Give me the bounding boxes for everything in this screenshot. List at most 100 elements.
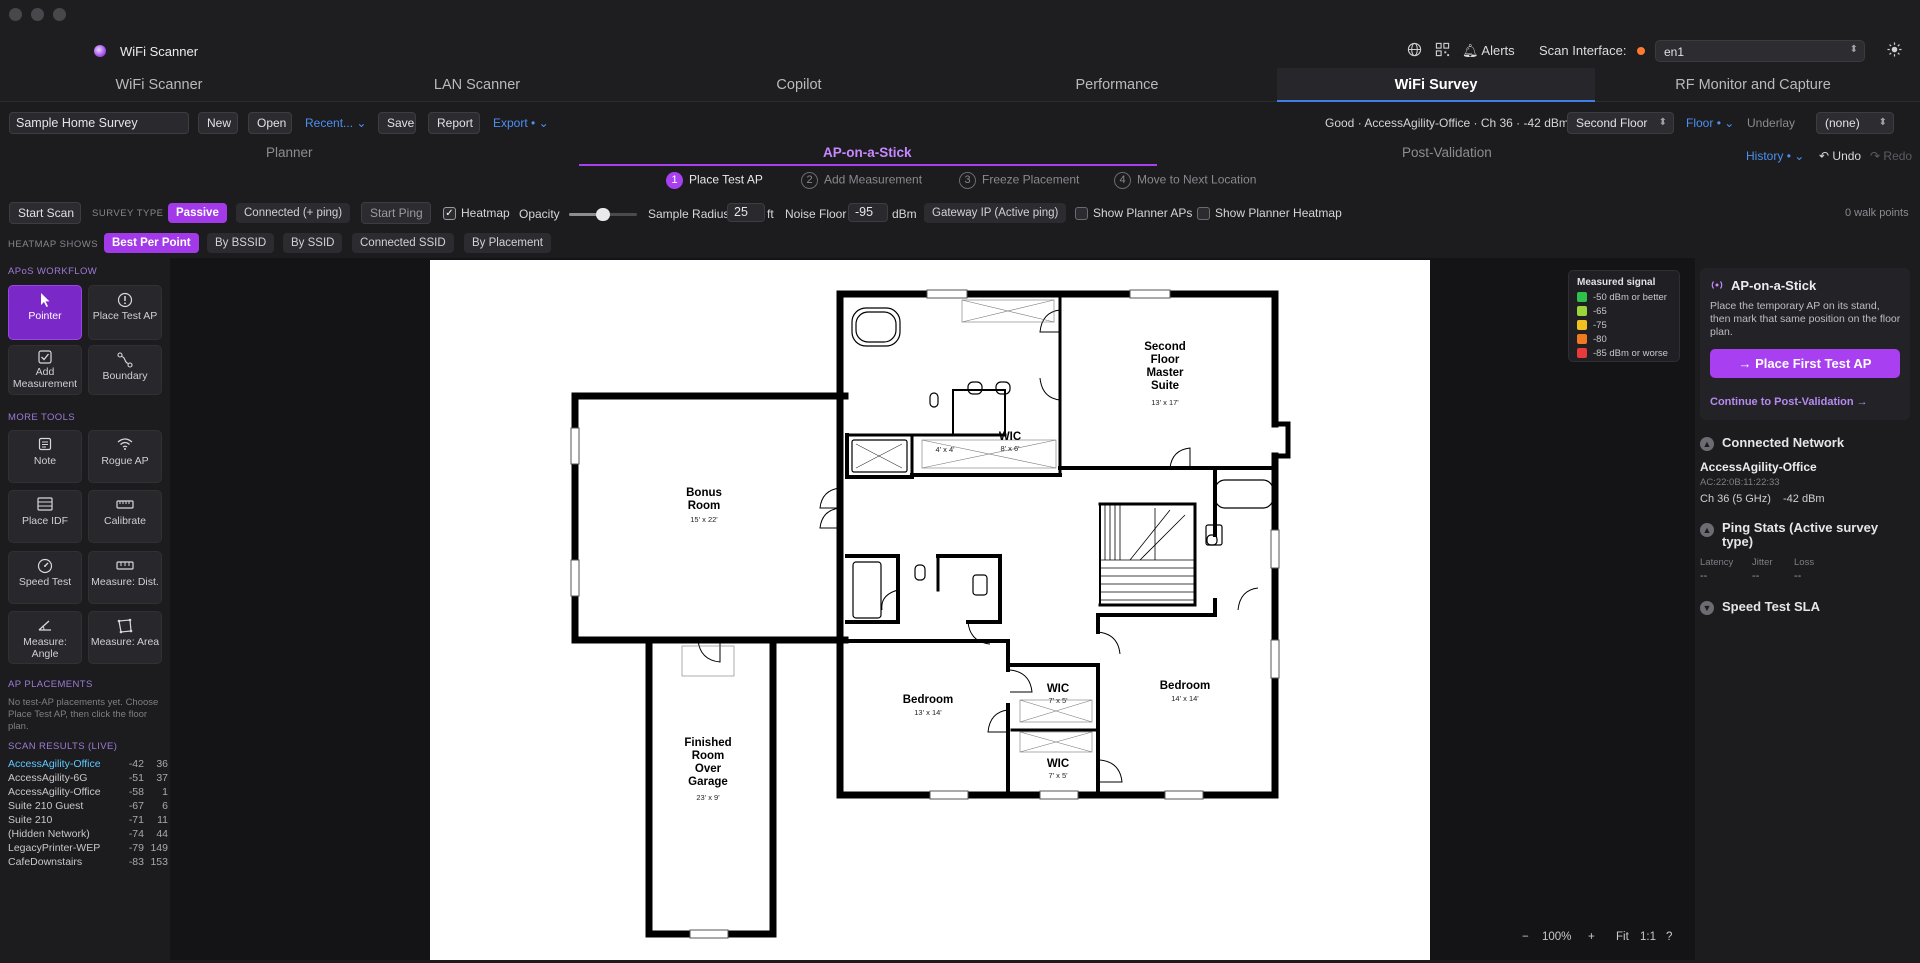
scan-result-row[interactable]: AccessAgility-Office -58 1 — [8, 786, 168, 800]
noise-floor-unit: dBm — [892, 207, 917, 221]
heatmap-by-placement[interactable]: By Placement — [464, 233, 551, 253]
floor-plan-image[interactable] — [430, 260, 1430, 960]
floor-menu[interactable]: Floor • ⌄ — [1686, 116, 1734, 130]
continue-post-validation-link[interactable]: Continue to Post-Validation → — [1710, 396, 1868, 408]
zoom-fit-button[interactable]: Fit — [1616, 931, 1629, 943]
floor-menu-label: Floor — [1686, 116, 1714, 130]
panel-title: AP-on-a-Stick — [1731, 278, 1817, 293]
add-measurement-tool[interactable]: Add Measurement — [8, 345, 82, 395]
heatmap-by-ssid[interactable]: By SSID — [283, 233, 343, 253]
heatmap-best-per-point[interactable]: Best Per Point — [104, 233, 199, 253]
alerts-button[interactable]: 🔔︎ Alerts — [1462, 43, 1515, 59]
export-menu[interactable]: Export • ⌄ — [493, 116, 549, 130]
boundary-tool[interactable]: Boundary — [88, 345, 162, 395]
show-planner-aps-label: Show Planner APs — [1093, 206, 1193, 220]
start-ping-button[interactable]: Start Ping — [361, 202, 431, 224]
scan-result-row[interactable]: CafeDownstairs -83 153 — [8, 856, 168, 870]
phase-post-validation[interactable]: Post-Validation — [1402, 145, 1492, 160]
rogue-ap-tool[interactable]: Rogue AP — [88, 430, 162, 483]
scan-result-row[interactable]: AccessAgility-6G -51 37 — [8, 772, 168, 786]
gateway-ip-button[interactable]: Gateway IP (Active ping) — [924, 203, 1067, 223]
minimize-window-button[interactable] — [31, 8, 44, 21]
qr-code-icon[interactable] — [1435, 42, 1450, 60]
open-button[interactable]: Open — [248, 112, 292, 134]
tab-performance[interactable]: Performance — [958, 68, 1276, 102]
scan-result-row[interactable]: Suite 210 Guest -67 6 — [8, 800, 168, 814]
zoom-in-button[interactable]: + — [1588, 931, 1595, 943]
chevron-up-icon: ▲ — [1700, 436, 1714, 451]
connected-ping-toggle[interactable]: Connected (+ ping) — [236, 203, 351, 223]
step-number: 4 — [1114, 172, 1131, 189]
polygon-icon — [89, 618, 161, 636]
start-scan-button[interactable]: Start Scan — [9, 202, 81, 224]
connected-network-header[interactable]: ▲ Connected Network — [1700, 435, 1844, 451]
survey-name-input[interactable]: Sample Home Survey — [9, 112, 189, 134]
opacity-slider-thumb[interactable] — [596, 208, 610, 221]
passive-toggle[interactable]: Passive — [168, 203, 227, 223]
underlay-select[interactable]: (none) ⬍ — [1816, 112, 1894, 134]
chevron-down-icon: ▼ — [1700, 600, 1714, 615]
speed-test-tool[interactable]: Speed Test — [8, 551, 82, 604]
heatmap-connected-ssid[interactable]: Connected SSID — [352, 233, 454, 253]
place-idf-tool[interactable]: Place IDF — [8, 490, 82, 543]
tab-copilot[interactable]: Copilot — [640, 68, 958, 102]
note-tool[interactable]: Note — [8, 430, 82, 483]
pointer-tool[interactable]: Pointer — [8, 285, 82, 340]
show-planner-aps-checkbox[interactable]: Show Planner APs — [1075, 206, 1193, 221]
zoom-window-button[interactable] — [53, 8, 66, 21]
help-button[interactable]: ? — [1666, 931, 1672, 943]
new-button[interactable]: New — [198, 112, 238, 134]
room-dim: 13' x 17' — [1151, 398, 1179, 407]
scan-result-row[interactable]: AccessAgility-Office -42 36 — [8, 758, 168, 772]
close-window-button[interactable] — [9, 8, 22, 21]
tab-wifi-scanner[interactable]: WiFi Scanner — [0, 68, 318, 102]
history-menu[interactable]: History • ⌄ — [1746, 149, 1804, 163]
boundary-icon — [89, 352, 161, 370]
room-label-master-suite: Second Floor Master Suite — [1125, 341, 1205, 393]
tab-lan-scanner[interactable]: LAN Scanner — [318, 68, 636, 102]
recent-menu[interactable]: Recent... ⌄ — [305, 116, 366, 130]
legend-swatch — [1577, 306, 1587, 317]
step-add-measurement[interactable]: 2 Add Measurement — [801, 172, 922, 189]
place-test-ap-tool[interactable]: Place Test AP — [88, 285, 162, 340]
undo-button[interactable]: ↶ Undo — [1819, 149, 1861, 163]
legend-title: Measured signal — [1577, 277, 1656, 288]
step-freeze-placement[interactable]: 3 Freeze Placement — [959, 172, 1079, 189]
zoom-actual-size-button[interactable]: 1:1 — [1640, 931, 1656, 943]
redo-button[interactable]: ↷ Redo — [1870, 149, 1912, 163]
phase-ap-on-a-stick[interactable]: AP-on-a-Stick — [823, 145, 912, 160]
report-button[interactable]: Report — [428, 112, 480, 134]
undo-label: Undo — [1832, 149, 1862, 163]
measure-area-tool[interactable]: Measure: Area — [88, 611, 162, 664]
step-place-test-ap[interactable]: 1 Place Test AP — [666, 172, 763, 189]
measure-angle-tool[interactable]: Measure: Angle — [8, 611, 82, 664]
place-first-test-ap-button[interactable]: → Place First Test AP — [1710, 349, 1900, 378]
step-move-next-location[interactable]: 4 Move to Next Location — [1114, 172, 1256, 189]
floor-select[interactable]: Second Floor ⬍ — [1567, 112, 1674, 134]
heatmap-checkbox[interactable]: ✓ Heatmap — [443, 206, 510, 221]
scan-result-row[interactable]: Suite 210 -71 11 — [8, 814, 168, 828]
speed-test-sla-header[interactable]: ▼ Speed Test SLA — [1700, 599, 1820, 615]
show-planner-heatmap-checkbox[interactable]: Show Planner Heatmap — [1197, 206, 1342, 221]
scan-interface-select[interactable]: en1 ⬍ — [1655, 40, 1865, 62]
opacity-slider[interactable] — [569, 208, 637, 221]
heatmap-by-bssid[interactable]: By BSSID — [207, 233, 275, 253]
noise-floor-input[interactable]: -95 — [848, 203, 888, 222]
ap-placements-label: AP PLACEMENTS — [8, 679, 93, 690]
step-label: Add Measurement — [824, 172, 923, 187]
phase-planner[interactable]: Planner — [266, 145, 313, 160]
tab-rf-monitor[interactable]: RF Monitor and Capture — [1594, 68, 1912, 102]
globe-icon[interactable] — [1407, 42, 1422, 60]
scan-result-row[interactable]: (Hidden Network) -74 44 — [8, 828, 168, 842]
tab-wifi-survey[interactable]: WiFi Survey — [1277, 68, 1595, 102]
scan-options-row: Start Scan SURVEY TYPE Passive Connected… — [0, 200, 1920, 226]
save-button[interactable]: Save — [378, 112, 416, 134]
zoom-out-button[interactable]: − — [1522, 931, 1529, 943]
ping-stats-header[interactable]: ▲ Ping Stats (Active survey type) — [1700, 521, 1900, 549]
checkbox-box — [1075, 207, 1088, 221]
sample-radius-input[interactable]: 25 — [727, 203, 765, 222]
measure-distance-tool[interactable]: Measure: Dist. — [88, 551, 162, 604]
calibrate-tool[interactable]: Calibrate — [88, 490, 162, 543]
sun-icon[interactable] — [1887, 42, 1902, 60]
scan-result-row[interactable]: LegacyPrinter-WEP -79 149 — [8, 842, 168, 856]
